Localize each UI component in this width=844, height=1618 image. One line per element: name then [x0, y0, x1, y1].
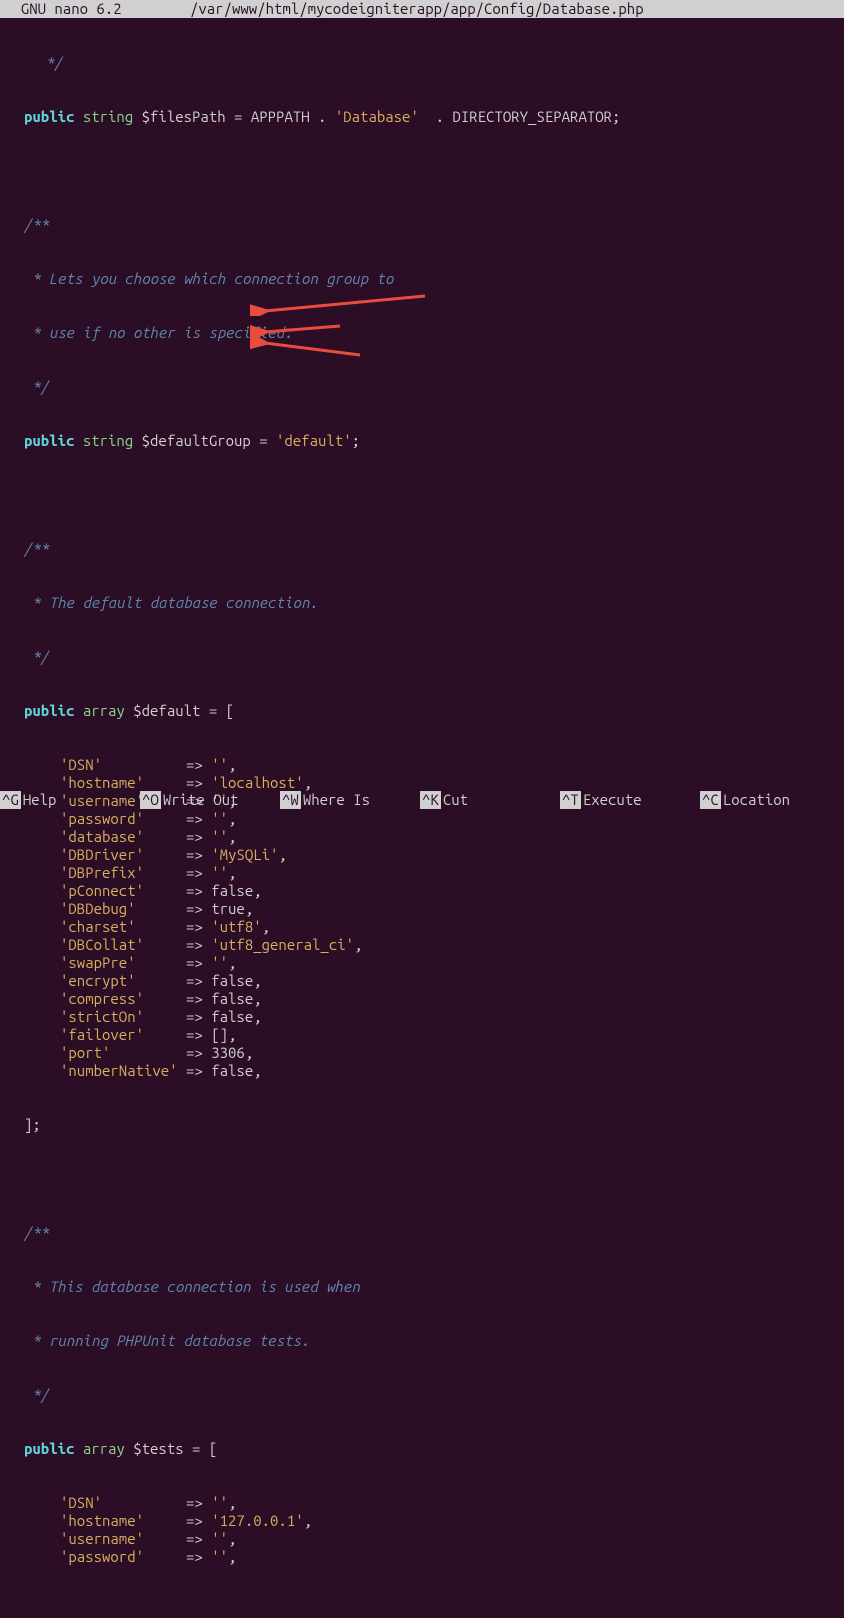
comment-line: /** — [24, 216, 49, 233]
array-entry: 'DBDebug' => true, — [4, 900, 840, 918]
comment-line: * use if no other is specified. — [24, 324, 293, 341]
shortcut-bar: ^G Help ^O Write Out ^W Where Is ^K Cut ^T E… — [0, 791, 844, 809]
array-entry: 'password' => '', — [4, 810, 840, 828]
array-entry: 'strictOn' => false, — [4, 1008, 840, 1026]
array-entry: 'failover' => [], — [4, 1026, 840, 1044]
shortcut-location[interactable]: ^C Location — [700, 791, 798, 809]
array-entry: 'hostname' => 'localhost', — [4, 774, 840, 792]
array-entry: 'encrypt' => false, — [4, 972, 840, 990]
shortcut-write-out[interactable]: ^O Write Out — [140, 791, 246, 809]
array-entry: 'DBPrefix' => '', — [4, 864, 840, 882]
array-entry: 'numberNative' => false, — [4, 1062, 840, 1080]
array-entry: 'DSN' => '', — [4, 756, 840, 774]
array-entry: 'compress' => false, — [4, 990, 840, 1008]
code-line: public array $tests = [ — [4, 1440, 840, 1458]
array-entry: 'pConnect' => false, — [4, 882, 840, 900]
comment-line: /** — [24, 1224, 49, 1241]
comment-line: */ — [24, 378, 49, 395]
comment-line: * running PHPUnit database tests. — [24, 1332, 310, 1349]
array-entry: 'DBDriver' => 'MySQLi', — [4, 846, 840, 864]
comment-line: */ — [24, 648, 49, 665]
array-entry: 'DBCollat' => 'utf8_general_ci', — [4, 936, 840, 954]
array-entry: 'swapPre' => '', — [4, 954, 840, 972]
comment-line: * Lets you choose which connection group… — [24, 270, 394, 287]
app-name: GNU nano 6.2 — [0, 0, 122, 18]
shortcut-execute[interactable]: ^T Execute — [560, 791, 650, 809]
shortcut-cut[interactable]: ^K Cut — [420, 791, 476, 809]
array-entry: 'password' => '', — [4, 1548, 840, 1566]
array-entry: 'username' => '', — [4, 1530, 840, 1548]
shortcut-where-is[interactable]: ^W Where Is — [280, 791, 378, 809]
array-entry: 'hostname' => '127.0.0.1', — [4, 1512, 840, 1530]
file-path: /var/www/html/mycodeigniterapp/app/Confi… — [190, 0, 644, 18]
editor-area[interactable]: */ public string $filesPath = APPPATH . … — [0, 18, 844, 1618]
array-entry: 'database' => '', — [4, 828, 840, 846]
code-line: public array $default = [ — [4, 702, 840, 720]
annotation-arrow-icon — [250, 286, 430, 316]
comment-line: */ — [4, 54, 63, 71]
code-line: public string $defaultGroup = 'default'; — [4, 432, 840, 450]
code-line: public string $filesPath = APPPATH . 'Da… — [4, 108, 840, 126]
shortcut-help[interactable]: ^G Help — [0, 791, 64, 809]
comment-line: * This database connection is used when — [24, 1278, 360, 1295]
array-entry: 'charset' => 'utf8', — [4, 918, 840, 936]
comment-line: /** — [24, 540, 49, 557]
comment-line: */ — [24, 1386, 49, 1403]
array-entry: 'DSN' => '', — [4, 1494, 840, 1512]
array-entry: 'port' => 3306, — [4, 1044, 840, 1062]
comment-line: * The default database connection. — [24, 594, 318, 611]
title-bar: GNU nano 6.2 /var/www/html/mycodeigniter… — [0, 0, 844, 18]
code-line: ]; — [4, 1116, 840, 1134]
